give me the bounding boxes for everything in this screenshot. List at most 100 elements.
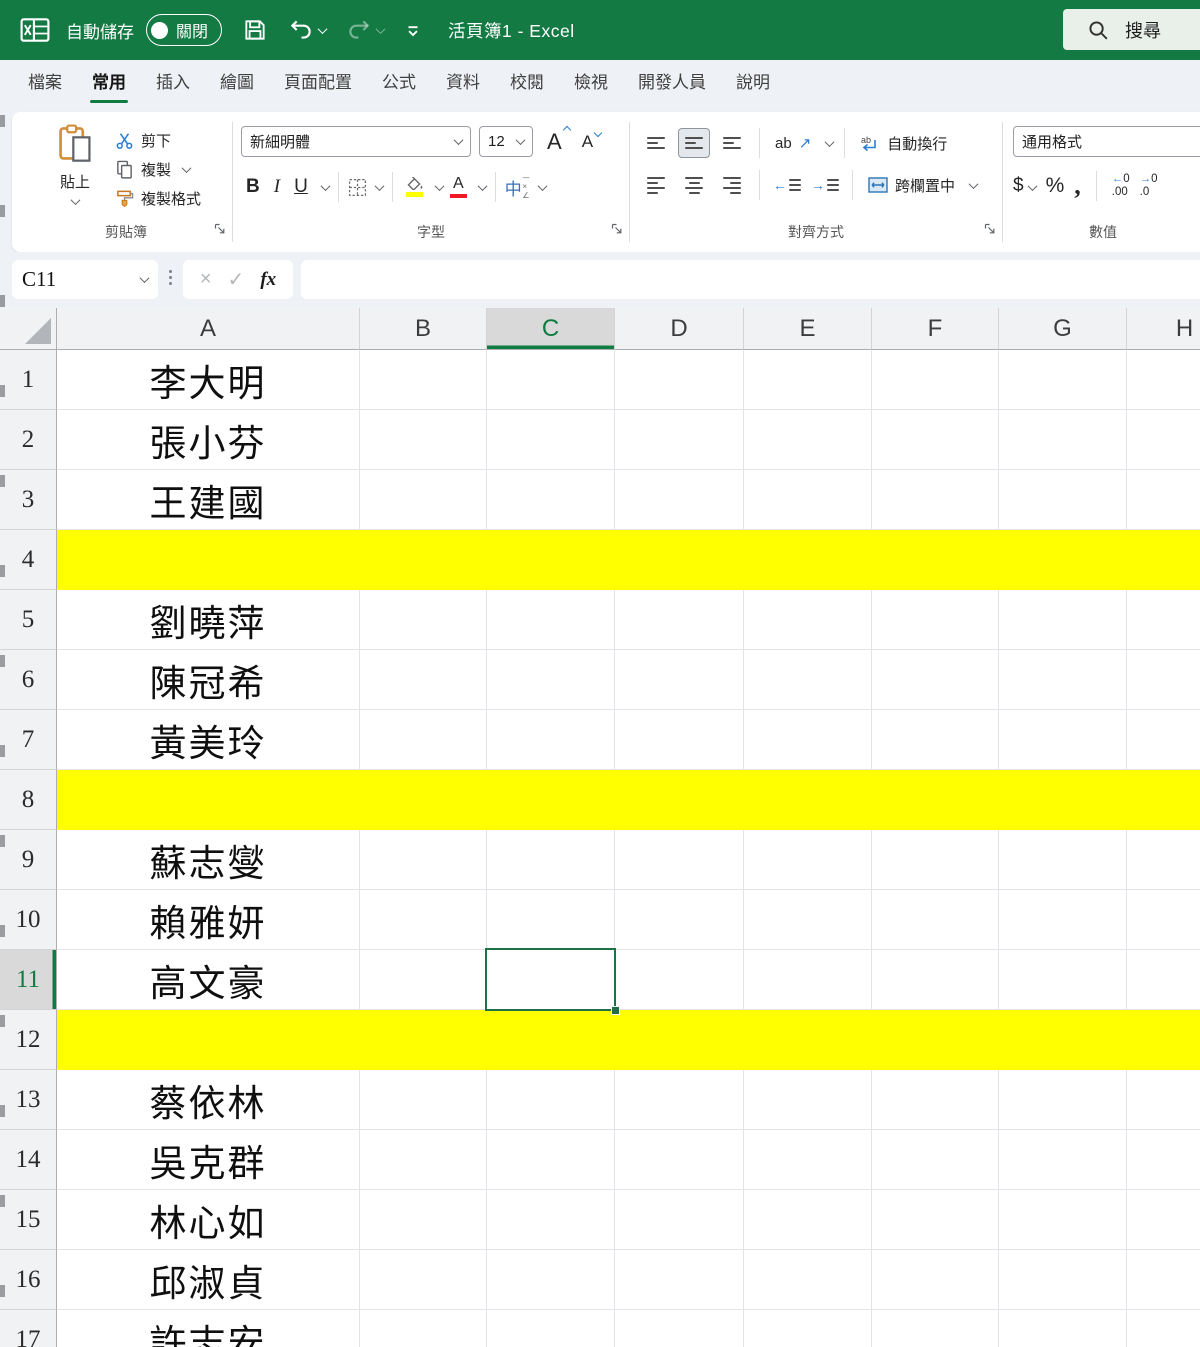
undo-button[interactable]	[288, 17, 328, 43]
cell-E15[interactable]	[744, 1190, 872, 1250]
cell-B14[interactable]	[360, 1130, 487, 1190]
cell-C13[interactable]	[487, 1070, 615, 1130]
cell-C1[interactable]	[487, 350, 615, 410]
number-format-combobox[interactable]: 通用格式	[1013, 126, 1200, 157]
borders-button[interactable]	[348, 178, 367, 197]
orientation-dropdown-icon[interactable]	[824, 136, 835, 147]
ribbon-tab-7[interactable]: 校閱	[495, 60, 559, 108]
ribbon-tab-2[interactable]: 插入	[141, 60, 205, 108]
cell-A17[interactable]: 許志安	[57, 1310, 360, 1347]
cell-E9[interactable]	[744, 830, 872, 890]
row-header-6[interactable]: 6	[0, 650, 57, 710]
cell-F17[interactable]	[872, 1310, 999, 1347]
cell-B11[interactable]	[360, 950, 487, 1010]
cell-A6[interactable]: 陳冠希	[57, 650, 360, 710]
cell-H2[interactable]	[1127, 410, 1200, 470]
font-color-button[interactable]: A	[447, 174, 470, 201]
cell-C16[interactable]	[487, 1250, 615, 1310]
cell-G6[interactable]	[999, 650, 1127, 710]
cell-A16[interactable]: 邱淑貞	[57, 1250, 360, 1310]
row-header-17[interactable]: 17	[0, 1310, 57, 1347]
cell-E3[interactable]	[744, 470, 872, 530]
borders-dropdown-icon[interactable]	[374, 180, 385, 191]
cell-E5[interactable]	[744, 590, 872, 650]
cell-C15[interactable]	[487, 1190, 615, 1250]
merge-dropdown-icon[interactable]	[968, 178, 979, 189]
column-header-A[interactable]: A	[57, 308, 360, 350]
cell-D16[interactable]	[615, 1250, 744, 1310]
cell-B15[interactable]	[360, 1190, 487, 1250]
clipboard-dialog-launcher[interactable]	[214, 222, 226, 240]
cell-F11[interactable]	[872, 950, 999, 1010]
column-header-C[interactable]: C	[487, 308, 615, 350]
cell-H16[interactable]	[1127, 1250, 1200, 1310]
cell-G9[interactable]	[999, 830, 1127, 890]
cell-F7[interactable]	[872, 710, 999, 770]
cell-B2[interactable]	[360, 410, 487, 470]
cell-F6[interactable]	[872, 650, 999, 710]
copy-button[interactable]: 複製	[112, 155, 201, 184]
cell-D9[interactable]	[615, 830, 744, 890]
cell-D6[interactable]	[615, 650, 744, 710]
cell-H7[interactable]	[1127, 710, 1200, 770]
cell-B9[interactable]	[360, 830, 487, 890]
cell-G14[interactable]	[999, 1130, 1127, 1190]
italic-button[interactable]: I	[269, 174, 285, 200]
cell-B3[interactable]	[360, 470, 487, 530]
cell-B1[interactable]	[360, 350, 487, 410]
cell-F13[interactable]	[872, 1070, 999, 1130]
cell-F10[interactable]	[872, 890, 999, 950]
highlighted-row-band[interactable]	[57, 1010, 1200, 1070]
font-name-dropdown-icon[interactable]	[453, 135, 464, 146]
cell-A15[interactable]: 林心如	[57, 1190, 360, 1250]
quick-access-overflow-button[interactable]	[404, 21, 422, 39]
increase-font-size-button[interactable]: A	[541, 125, 571, 155]
cell-G17[interactable]	[999, 1310, 1127, 1347]
name-box[interactable]: C11	[12, 260, 158, 299]
undo-dropdown-icon[interactable]	[317, 23, 328, 34]
column-header-G[interactable]: G	[999, 308, 1127, 350]
align-top-button[interactable]	[640, 128, 672, 158]
cell-F15[interactable]	[872, 1190, 999, 1250]
fill-color-dropdown-icon[interactable]	[434, 180, 445, 191]
orientation-button[interactable]: ab ↗	[771, 134, 815, 153]
column-header-D[interactable]: D	[615, 308, 744, 350]
cell-H15[interactable]	[1127, 1190, 1200, 1250]
highlighted-row-band[interactable]	[57, 530, 1200, 590]
cell-H10[interactable]	[1127, 890, 1200, 950]
fill-color-button[interactable]	[402, 175, 427, 199]
cell-B13[interactable]	[360, 1070, 487, 1130]
row-header-4[interactable]: 4	[0, 530, 57, 590]
paste-button[interactable]: 貼上	[44, 124, 106, 210]
enter-button[interactable]: ✓	[228, 267, 245, 292]
column-header-B[interactable]: B	[360, 308, 487, 350]
cell-H14[interactable]	[1127, 1130, 1200, 1190]
row-header-16[interactable]: 16	[0, 1250, 57, 1310]
ribbon-tab-10[interactable]: 說明	[721, 60, 785, 108]
decrease-indent-button[interactable]: ←	[771, 170, 803, 200]
align-center-button[interactable]	[678, 170, 710, 200]
cell-H17[interactable]	[1127, 1310, 1200, 1347]
cell-A11[interactable]: 高文豪	[57, 950, 360, 1010]
cell-H9[interactable]	[1127, 830, 1200, 890]
increase-indent-button[interactable]: →	[809, 170, 841, 200]
cell-B7[interactable]	[360, 710, 487, 770]
cut-button[interactable]: 剪下	[112, 126, 201, 155]
ribbon-tab-5[interactable]: 公式	[367, 60, 431, 108]
formula-input[interactable]	[301, 260, 1200, 299]
cell-G13[interactable]	[999, 1070, 1127, 1130]
ribbon-tab-9[interactable]: 開發人員	[623, 60, 721, 108]
row-header-8[interactable]: 8	[0, 770, 57, 830]
copy-dropdown-icon[interactable]	[181, 163, 192, 174]
cell-B17[interactable]	[360, 1310, 487, 1347]
cell-D15[interactable]	[615, 1190, 744, 1250]
cell-H6[interactable]	[1127, 650, 1200, 710]
cell-H13[interactable]	[1127, 1070, 1200, 1130]
underline-dropdown-icon[interactable]	[320, 180, 331, 191]
cell-C6[interactable]	[487, 650, 615, 710]
wrap-text-button[interactable]: ab 自動換行	[856, 133, 951, 154]
align-right-button[interactable]	[716, 170, 748, 200]
row-header-11[interactable]: 11	[0, 950, 57, 1010]
column-header-H[interactable]: H	[1127, 308, 1200, 350]
cell-F16[interactable]	[872, 1250, 999, 1310]
